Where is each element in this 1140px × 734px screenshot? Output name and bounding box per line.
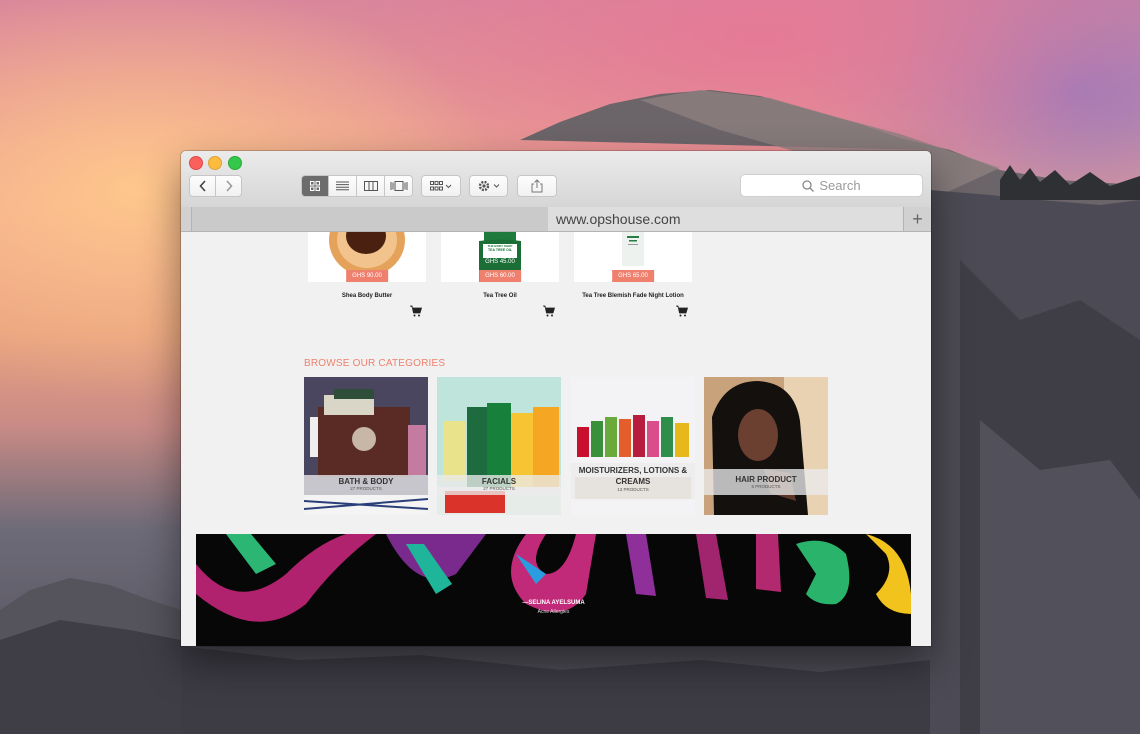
price-tag: GHS 65.00: [612, 270, 654, 282]
title-bar: Search: [181, 151, 931, 208]
product-card[interactable]: THE BODY SHOP TEA TREE OIL GHS 45.00 GHS…: [441, 232, 559, 327]
search-placeholder: Search: [819, 178, 861, 193]
testimonial-banner: —SELINA AYELSUMA Acne Allergies: [196, 534, 911, 646]
product-name: Shea Body Butter: [341, 293, 393, 299]
share-button[interactable]: [517, 175, 557, 197]
category-title: MOISTURIZERS, LOTIONS & CREAMS: [578, 466, 688, 486]
arrange-button[interactable]: [421, 175, 461, 197]
action-gear-button[interactable]: [469, 175, 508, 197]
search-icon: [802, 179, 815, 192]
cart-icon[interactable]: [410, 305, 422, 317]
category-label-band: HAIR PRODUCT 6 PRODUCTS: [704, 469, 828, 495]
category-tile[interactable]: FACIALS 27 PRODUCTS: [437, 377, 561, 515]
product-card[interactable]: GHS 90.00 Shea Body Butter: [308, 232, 426, 327]
category-tile[interactable]: MOISTURIZERS, LOTIONS & CREAMS 13 PRODUC…: [571, 377, 695, 515]
arrange-icon: [430, 181, 452, 191]
category-count: 13 PRODUCTS: [617, 487, 649, 492]
price-tag: GHS 90.00: [346, 270, 388, 282]
testimonial-subtitle: Acne Allergies: [537, 609, 570, 615]
gear-icon: [478, 180, 499, 192]
page-content: GHS 90.00 Shea Body Butter THE BODY SHOP…: [181, 232, 931, 646]
product-image: GHS 65.00: [574, 232, 692, 282]
coverflow-view-button[interactable]: [385, 175, 413, 197]
maximize-window-button[interactable]: [228, 156, 242, 170]
category-tile[interactable]: HAIR PRODUCT 6 PRODUCTS: [704, 377, 828, 515]
column-view-button[interactable]: [357, 175, 385, 197]
category-label-band: MOISTURIZERS, LOTIONS & CREAMS 13 PRODUC…: [571, 463, 695, 499]
forward-button[interactable]: [215, 175, 242, 197]
product-name: Tea Tree Blemish Fade Night Lotion: [582, 293, 684, 299]
tea-tree-label: TEA TREE OIL: [488, 248, 512, 252]
url-field[interactable]: www.opshouse.com: [548, 207, 903, 231]
grid-view-icon: [310, 181, 320, 191]
forward-arrow-icon: [225, 180, 233, 192]
category-count: 27 PRODUCTS: [483, 486, 515, 491]
tab-strip-left: [191, 207, 549, 231]
cart-icon[interactable]: [543, 305, 555, 317]
old-price: GHS 45.00: [485, 259, 515, 265]
search-field[interactable]: Search: [740, 174, 923, 197]
product-name: Tea Tree Oil: [483, 293, 517, 299]
testimonial-author: —SELINA AYELSUMA: [522, 600, 585, 606]
minimize-window-button[interactable]: [208, 156, 222, 170]
category-title: HAIR PRODUCT: [735, 475, 797, 484]
list-view-button[interactable]: [329, 175, 357, 197]
grid-view-button[interactable]: [301, 175, 329, 197]
browser-window: Search www.opshouse.com + GHS 90.00 Shea…: [181, 151, 931, 646]
category-label-band: BATH & BODY 27 PRODUCTS: [304, 475, 428, 495]
coverflow-view-icon: [390, 181, 407, 191]
product-image: GHS 90.00: [308, 232, 426, 282]
new-tab-button[interactable]: +: [903, 207, 931, 231]
product-card[interactable]: GHS 65.00 Tea Tree Blemish Fade Night Lo…: [574, 232, 692, 327]
close-window-button[interactable]: [189, 156, 203, 170]
column-view-icon: [363, 181, 378, 191]
back-button[interactable]: [189, 175, 216, 197]
address-bar: www.opshouse.com +: [181, 207, 931, 232]
cart-icon[interactable]: [676, 305, 688, 317]
share-icon: [531, 179, 543, 193]
back-arrow-icon: [198, 180, 206, 192]
category-count: 6 PRODUCTS: [751, 484, 781, 489]
category-tile[interactable]: BATH & BODY 27 PRODUCTS: [304, 377, 428, 515]
product-image: THE BODY SHOP TEA TREE OIL GHS 45.00 GHS…: [441, 232, 559, 282]
categories-heading: BROWSE OUR CATEGORIES: [304, 358, 446, 369]
list-view-icon: [336, 181, 349, 191]
category-count: 27 PRODUCTS: [350, 486, 382, 491]
category-title: BATH & BODY: [338, 477, 394, 486]
category-label-band: FACIALS 27 PRODUCTS: [437, 475, 561, 495]
view-mode-segmented-control: [301, 175, 413, 197]
banner-artwork: [196, 534, 911, 622]
price-tag: GHS 60.00: [479, 270, 521, 282]
category-title: FACIALS: [481, 477, 517, 486]
